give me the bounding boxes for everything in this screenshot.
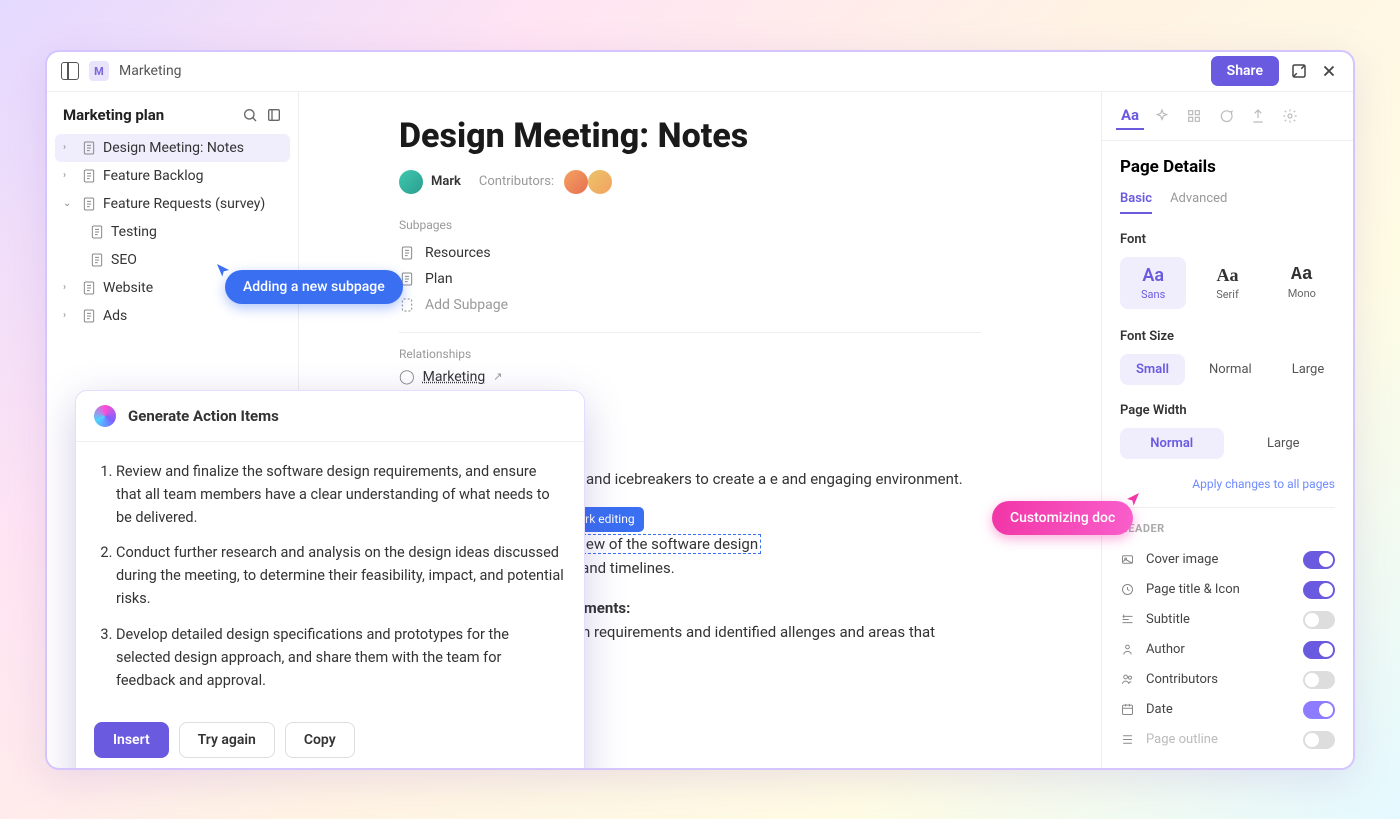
font-serif[interactable]: AaSerif	[1194, 257, 1260, 309]
toggle-switch[interactable]	[1303, 581, 1335, 599]
ai-logo-icon	[94, 405, 116, 427]
sidebar-item[interactable]: ›Website	[55, 274, 290, 302]
tab-comments[interactable]	[1212, 102, 1240, 130]
subtab-basic[interactable]: Basic	[1120, 191, 1152, 214]
toggle-row: Date	[1120, 695, 1335, 725]
tab-export[interactable]	[1244, 102, 1272, 130]
width-large[interactable]: Large	[1232, 428, 1336, 459]
sidebar-item[interactable]: SEO	[55, 246, 290, 274]
tab-blocks[interactable]	[1180, 102, 1208, 130]
toggle-label: Page title & Icon	[1146, 582, 1240, 597]
toggle-row: Author	[1120, 635, 1335, 665]
fontsize-label: Font Size	[1120, 329, 1335, 344]
sidebar-item[interactable]: ›Ads	[55, 302, 290, 330]
relationship-link[interactable]: ◯ Marketing ↗	[399, 369, 981, 385]
subpages-label: Subpages	[399, 218, 981, 232]
try-again-button[interactable]: Try again	[179, 722, 275, 758]
apply-all-link[interactable]: Apply changes to all pages	[1120, 477, 1335, 491]
size-large[interactable]: Large	[1276, 354, 1341, 385]
toggle-switch[interactable]	[1303, 611, 1335, 629]
page-tree: ›Design Meeting: Notes›Feature Backlog⌄F…	[55, 134, 290, 330]
toggle-switch[interactable]	[1303, 731, 1335, 749]
share-button[interactable]: Share	[1211, 56, 1279, 86]
app-window: M Marketing Share Marketing plan	[45, 50, 1355, 770]
sidebar-title: Marketing plan	[63, 106, 234, 124]
toggle-switch[interactable]	[1303, 551, 1335, 569]
panel-toggle-icon[interactable]	[61, 62, 79, 80]
toggle-label: Contributors	[1146, 672, 1218, 687]
toggle-label: Author	[1146, 642, 1185, 657]
contributors-label: Contributors:	[479, 174, 554, 189]
right-panel: Aa Page Details Basic Advanced Font AaSa…	[1101, 92, 1353, 768]
workspace-name[interactable]: Marketing	[119, 63, 182, 79]
tab-ai[interactable]	[1148, 102, 1176, 130]
expand-icon[interactable]	[1289, 61, 1309, 81]
toggle-label: Date	[1146, 702, 1173, 717]
toggle-switch[interactable]	[1303, 701, 1335, 719]
toggle-row: Page outline	[1120, 725, 1335, 755]
panel-title: Page Details	[1120, 157, 1335, 177]
font-mono[interactable]: AaMono	[1269, 257, 1335, 309]
subpage-link[interactable]: Plan	[399, 266, 981, 292]
toggle-switch[interactable]	[1303, 641, 1335, 659]
font-sans[interactable]: AaSans	[1120, 257, 1186, 309]
setting-icon	[1120, 642, 1136, 657]
ai-list-item: Conduct further research and analysis on…	[116, 541, 564, 611]
sidebar-item[interactable]: ›Feature Backlog	[55, 162, 290, 190]
setting-icon	[1120, 582, 1136, 597]
setting-icon	[1120, 552, 1136, 567]
copy-button[interactable]: Copy	[285, 722, 355, 758]
ai-action-items-modal: Generate Action Items Review and finaliz…	[75, 390, 585, 770]
avatar	[588, 170, 612, 194]
ai-list-item: Develop detailed design specifications a…	[116, 623, 564, 693]
toggle-row: Cover image	[1120, 545, 1335, 575]
header-category: HEADER	[1120, 522, 1335, 535]
size-small[interactable]: Small	[1120, 354, 1185, 385]
setting-icon	[1120, 702, 1136, 717]
avatar	[399, 170, 423, 194]
setting-icon	[1120, 732, 1136, 747]
sidebar-item[interactable]: ›Design Meeting: Notes	[55, 134, 290, 162]
toggle-row: Subtitle	[1120, 605, 1335, 635]
tab-settings[interactable]	[1276, 102, 1304, 130]
avatar	[564, 170, 588, 194]
tab-typography[interactable]: Aa	[1116, 102, 1144, 130]
collapse-icon[interactable]	[266, 107, 282, 123]
search-icon[interactable]	[242, 107, 258, 123]
width-normal[interactable]: Normal	[1120, 428, 1224, 459]
width-label: Page Width	[1120, 403, 1335, 418]
toggle-switch[interactable]	[1303, 671, 1335, 689]
ai-modal-title: Generate Action Items	[128, 407, 279, 425]
author-name: Mark	[431, 174, 461, 189]
toggle-label: Cover image	[1146, 552, 1218, 567]
toggle-label: Subtitle	[1146, 612, 1190, 627]
relationships-label: Relationships	[399, 347, 981, 361]
titlebar: M Marketing Share	[47, 52, 1353, 92]
font-label: Font	[1120, 232, 1335, 247]
author-row: Mark Contributors:	[399, 170, 981, 194]
add-subpage-button[interactable]: Add Subpage	[399, 292, 981, 318]
close-icon[interactable]	[1319, 61, 1339, 81]
page-title[interactable]: Design Meeting: Notes	[399, 116, 981, 156]
toggle-row: Page title & Icon	[1120, 575, 1335, 605]
panel-tabs: Aa	[1102, 92, 1353, 141]
setting-icon	[1120, 672, 1136, 687]
workspace-badge: M	[89, 61, 109, 81]
ai-list-item: Review and finalize the software design …	[116, 460, 564, 530]
toggle-row: Contributors	[1120, 665, 1335, 695]
size-normal[interactable]: Normal	[1193, 354, 1268, 385]
subpage-link[interactable]: Resources	[399, 240, 981, 266]
sidebar-item[interactable]: ⌄Feature Requests (survey)	[55, 190, 290, 218]
toggle-label: Page outline	[1146, 732, 1218, 747]
setting-icon	[1120, 612, 1136, 627]
insert-button[interactable]: Insert	[94, 722, 169, 758]
subtab-advanced[interactable]: Advanced	[1170, 191, 1227, 214]
sidebar-item[interactable]: Testing	[55, 218, 290, 246]
ai-body: Review and finalize the software design …	[76, 442, 584, 723]
